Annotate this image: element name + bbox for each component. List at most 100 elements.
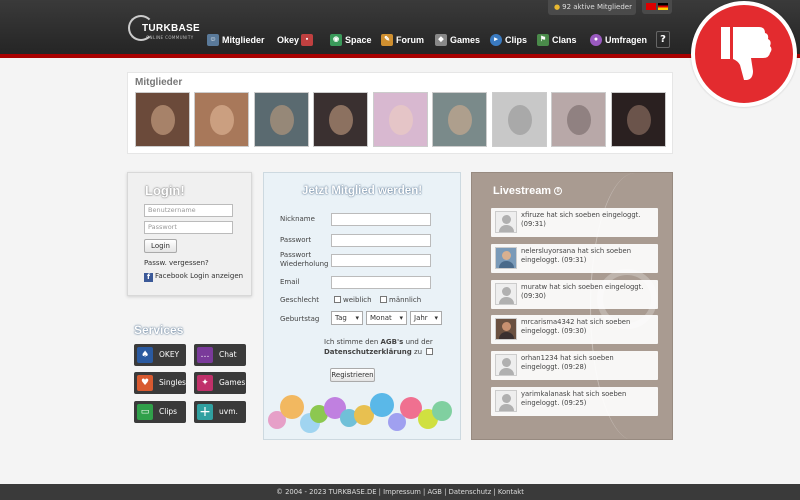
password-input[interactable]: Passwort <box>144 221 233 234</box>
nav-clans[interactable]: ⚑ Clans <box>537 31 577 49</box>
avatar[interactable] <box>495 318 517 340</box>
male-radio[interactable] <box>380 296 387 303</box>
livestream-entry[interactable]: muratw hat sich soeben eingeloggt. (09:3… <box>491 280 658 309</box>
facebook-login-link[interactable]: f Facebook Login anzeigen <box>144 272 243 282</box>
service-clips[interactable]: ▭ Clips <box>134 401 186 423</box>
service-games[interactable]: ✦ Games <box>194 372 246 394</box>
nav-mitglieder[interactable]: ☺ Mitglieder <box>207 31 265 49</box>
agb-link[interactable]: AGB's <box>381 338 404 346</box>
avatar[interactable] <box>495 247 517 269</box>
login-button[interactable]: Login <box>144 239 177 253</box>
turkbase-logo[interactable]: TURKBASE ONLINE COMMUNITY <box>128 13 200 45</box>
members-title: Mitglieder <box>135 77 183 88</box>
livestream-panel: Livestream 0 xfiruze hat sich soeben eing… <box>471 172 673 440</box>
livestream-count-badge: 0 <box>554 187 563 195</box>
agb-consent: Ich stimme den AGB's und der Datenschutz… <box>324 337 444 357</box>
balloon-shape <box>370 393 394 417</box>
gender-label: Geschlecht <box>280 296 319 304</box>
balloon-shape <box>432 401 452 421</box>
forgot-password-link[interactable]: Passw. vergessen? <box>144 259 209 267</box>
privacy-link[interactable]: Datenschutzerklärung <box>324 348 412 356</box>
password-repeat-input[interactable] <box>331 254 431 267</box>
gender-female-option[interactable]: weiblich <box>334 296 372 305</box>
member-thumb[interactable] <box>313 92 368 147</box>
entry-text: nelersluyorsana hat sich soeben eingelog… <box>521 247 632 264</box>
member-photo <box>270 105 294 135</box>
member-thumb[interactable] <box>432 92 487 147</box>
service-more[interactable]: + uvm. <box>194 401 246 423</box>
games-icon: ◆ <box>435 34 447 46</box>
member-thumb[interactable] <box>492 92 547 147</box>
nav-okey[interactable]: Okey ▪ <box>277 31 314 49</box>
nav-games[interactable]: ◆ Games <box>435 31 480 49</box>
nav-forum[interactable]: ✎ Forum <box>381 31 424 49</box>
member-photo <box>627 105 651 135</box>
language-switcher <box>642 0 672 14</box>
member-photo <box>567 105 591 135</box>
nav-label: Space <box>345 35 372 45</box>
day-select[interactable]: Tag <box>331 311 363 325</box>
plus-icon: + <box>197 404 213 420</box>
avatar[interactable] <box>495 283 517 305</box>
agb-checkbox[interactable] <box>426 348 434 355</box>
okey-cards-icon: ♠ <box>137 347 153 363</box>
member-thumb[interactable] <box>135 92 190 147</box>
email-input[interactable] <box>331 276 431 289</box>
member-thumb[interactable] <box>254 92 309 147</box>
service-singles[interactable]: ♥ Singles <box>134 372 186 394</box>
female-radio[interactable] <box>334 296 341 303</box>
members-icon: ☺ <box>207 34 219 46</box>
avatar[interactable] <box>495 390 517 412</box>
register-password-input[interactable] <box>331 234 431 247</box>
register-button[interactable]: Registrieren <box>330 368 375 382</box>
member-photo <box>210 105 234 135</box>
avatar-body <box>499 332 514 339</box>
member-thumb[interactable] <box>611 92 666 147</box>
nav-label: Forum <box>396 35 424 45</box>
turkish-flag-icon[interactable] <box>646 3 656 10</box>
logo-text: TURKBASE <box>142 23 200 34</box>
entry-text: yarimkalanask hat sich soeben eingeloggt… <box>521 390 627 407</box>
service-chat[interactable]: … Chat <box>194 344 246 366</box>
member-thumb[interactable] <box>373 92 428 147</box>
clips-icon: ▸ <box>490 34 502 46</box>
livestream-entry[interactable]: orhan1234 hat sich soeben eingeloggt. (0… <box>491 351 658 380</box>
username-input[interactable]: Benutzername <box>144 204 233 217</box>
entry-text: xfiruze hat sich soeben eingeloggt. (09:… <box>521 211 641 228</box>
online-members-badge[interactable]: ● 92 aktive Mitglieder <box>548 0 636 15</box>
avatar[interactable] <box>495 354 517 376</box>
register-form: Jetzt Mitglied werden! Nickname Passwort… <box>263 172 461 440</box>
help-button[interactable]: ? <box>656 31 670 48</box>
nav-umfragen[interactable]: ● Umfragen <box>590 31 647 49</box>
member-thumb[interactable] <box>194 92 249 147</box>
film-icon: ▭ <box>137 404 153 420</box>
okey-tiles-icon: ▪ <box>301 34 314 46</box>
register-title: Jetzt Mitglied werden! <box>301 185 423 197</box>
member-thumb[interactable] <box>551 92 606 147</box>
german-flag-icon[interactable] <box>658 3 668 10</box>
avatar[interactable] <box>495 211 517 233</box>
nav-clips[interactable]: ▸ Clips <box>490 31 527 49</box>
nav-space[interactable]: ◉ Space <box>330 31 372 49</box>
livestream-entry[interactable]: xfiruze hat sich soeben eingeloggt. (09:… <box>491 208 658 237</box>
avatar-head <box>502 251 511 260</box>
nav-label: Games <box>450 35 481 45</box>
password-repeat-label-line2: Wiederholung <box>280 260 329 268</box>
gender-male-option[interactable]: männlich <box>380 296 421 305</box>
avatar-head <box>502 287 511 296</box>
livestream-entry[interactable]: yarimkalanask hat sich soeben eingeloggt… <box>491 387 658 416</box>
male-label: männlich <box>389 296 422 304</box>
nickname-label: Nickname <box>280 215 315 223</box>
month-select[interactable]: Monat <box>366 311 407 325</box>
year-select[interactable]: Jahr <box>410 311 442 325</box>
avatar-head <box>502 322 511 331</box>
service-label: uvm. <box>219 407 238 416</box>
online-icon: ● <box>554 3 561 11</box>
entry-text: muratw hat sich soeben eingeloggt. (09:3… <box>521 283 644 300</box>
service-label: Chat <box>219 350 237 359</box>
nickname-input[interactable] <box>331 213 431 226</box>
heart-icon: ♥ <box>137 375 153 391</box>
livestream-entry[interactable]: mrcarisma4342 hat sich soeben eingeloggt… <box>491 315 658 344</box>
service-okey[interactable]: ♠ OKEY <box>134 344 186 366</box>
livestream-entry[interactable]: nelersluyorsana hat sich soeben eingelog… <box>491 244 658 273</box>
